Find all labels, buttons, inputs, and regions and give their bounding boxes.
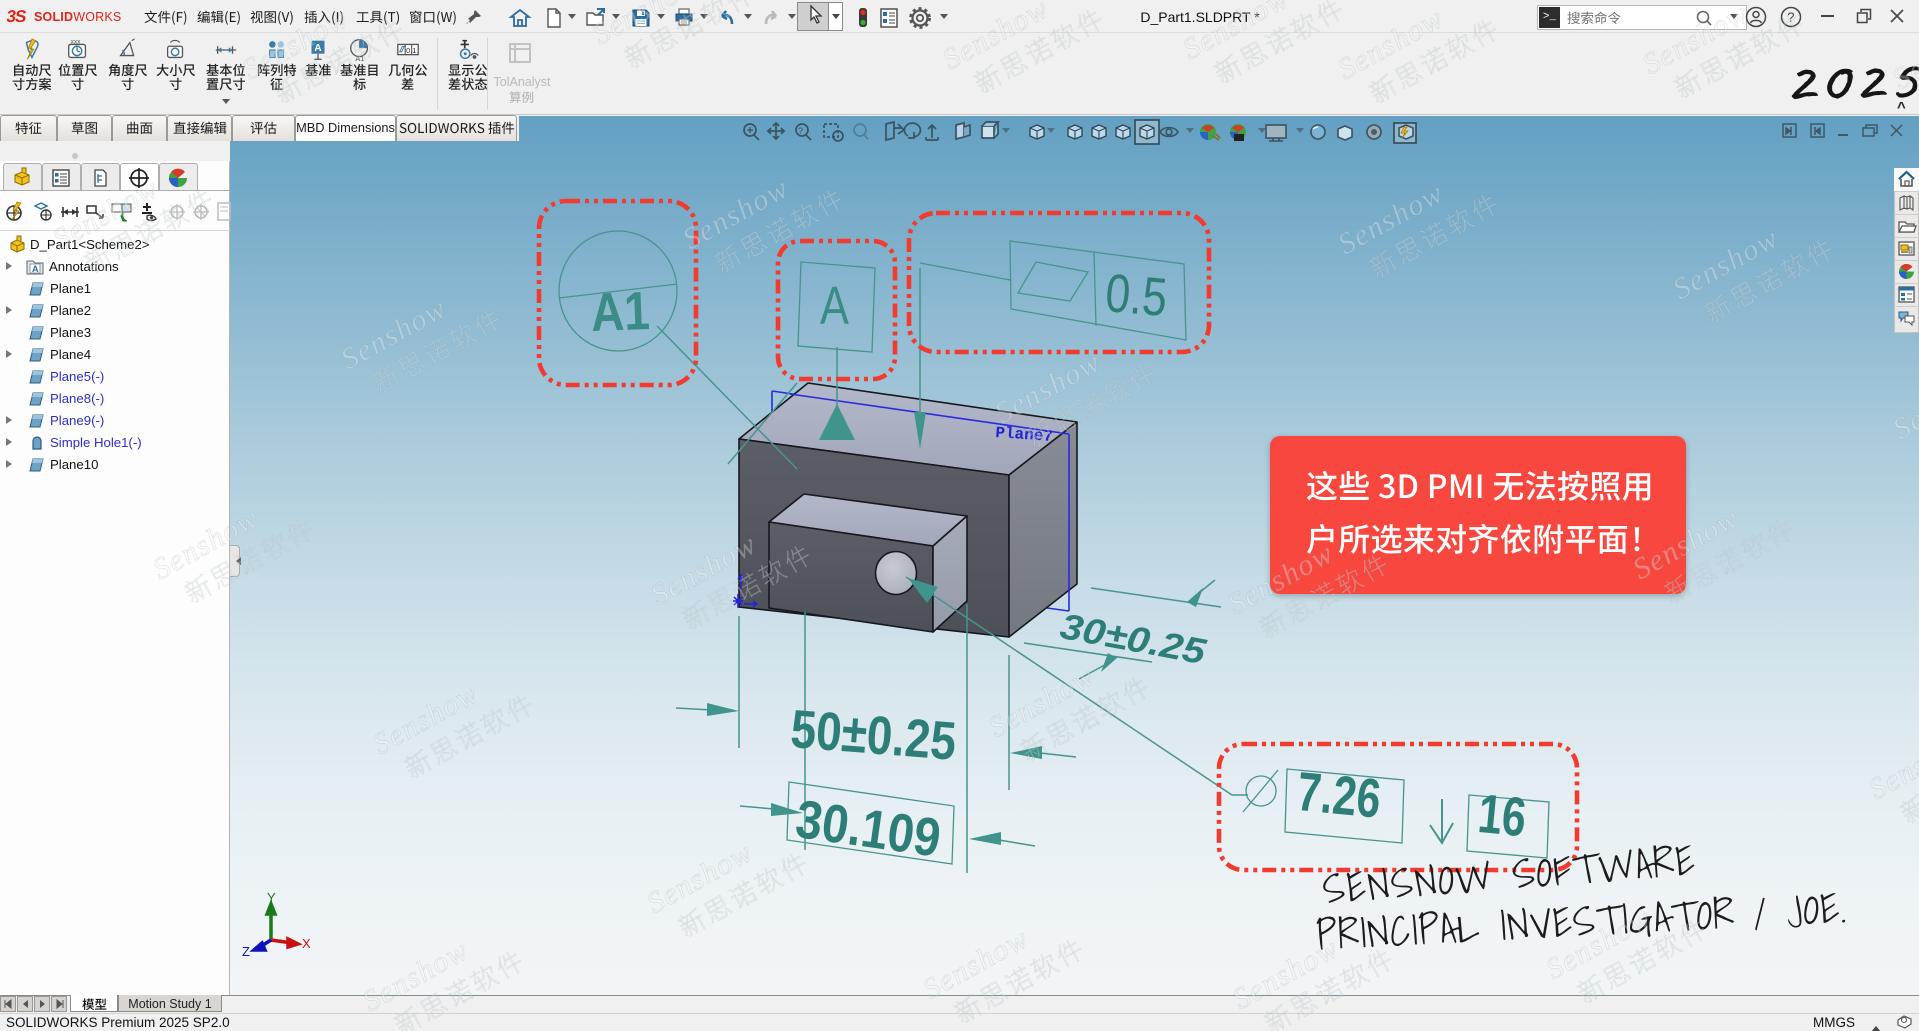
svg-text:Y: Y bbox=[267, 890, 276, 905]
svg-text:?: ? bbox=[1787, 10, 1794, 25]
svg-text:3S: 3S bbox=[5, 7, 27, 26]
svg-text:0.1: 0.1 bbox=[406, 46, 416, 55]
svg-text:A: A bbox=[32, 264, 39, 274]
svg-text:A1: A1 bbox=[355, 54, 364, 63]
svg-text:Z: Z bbox=[242, 944, 250, 959]
svg-text:xxx: xxx bbox=[71, 39, 82, 46]
svg-text:SOLIDWORKS: SOLIDWORKS bbox=[34, 10, 121, 24]
svg-text:X: X bbox=[302, 936, 311, 951]
svg-text:?: ? bbox=[798, 126, 803, 136]
svg-text:A: A bbox=[314, 43, 322, 54]
